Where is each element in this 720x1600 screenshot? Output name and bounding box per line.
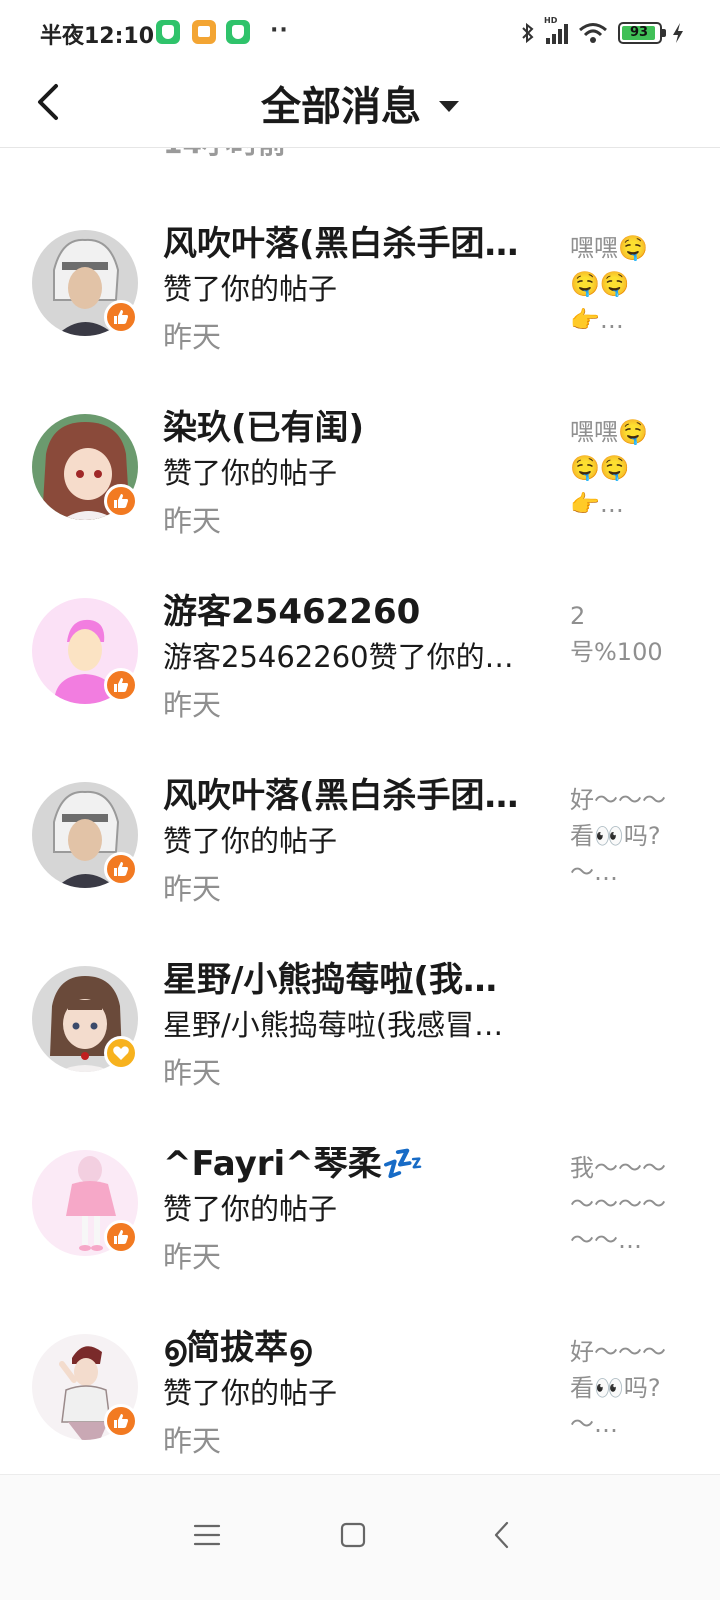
post-preview[interactable]: 好～～～ 看👀吗? ～… <box>570 782 680 890</box>
message-filter-dropdown[interactable]: 全部消息 <box>0 74 720 132</box>
shield-app-icon <box>226 20 250 44</box>
message-time: 昨天 <box>163 320 222 354</box>
list-item[interactable]: ^Fayri^琴柔💤 赞了你的帖子 昨天 我～～～ ～～～～ ～～… <box>0 1120 720 1304</box>
sender-name: 染玖(已有闺) <box>163 408 365 448</box>
wifi-icon <box>579 23 607 43</box>
list-item-partial[interactable]: 14小时前 <box>0 148 720 162</box>
more-notifications-icon: ·· <box>270 18 289 43</box>
bluetooth-icon <box>522 22 534 44</box>
battery-icon: 93 <box>618 22 666 44</box>
message-action: 赞了你的帖子 <box>163 824 338 858</box>
shield-app-icon <box>156 20 180 44</box>
thumbs-up-icon <box>114 1414 128 1428</box>
list-item[interactable]: 风吹叶落(黑白杀手团… 赞了你的帖子 昨天 嘿嘿🤤 🤤🤤 👉… <box>0 200 720 384</box>
battery-level: 93 <box>629 25 649 40</box>
menu-icon <box>193 1524 221 1546</box>
thumbs-up-icon <box>114 678 128 692</box>
thumbs-up-icon <box>114 862 128 876</box>
post-preview[interactable]: 嘿嘿🤤 🤤🤤 👉… <box>570 414 680 522</box>
post-preview[interactable]: 2 号%100 <box>570 598 680 670</box>
message-action: 赞了你的帖子 <box>163 456 338 490</box>
message-time: 昨天 <box>163 1424 222 1458</box>
thumbs-up-icon <box>114 494 128 508</box>
message-time: 昨天 <box>163 1056 222 1090</box>
charging-icon <box>673 23 683 43</box>
message-app-icon <box>192 20 216 44</box>
post-preview[interactable]: 好～～～ 看👀吗? ～… <box>570 1334 680 1442</box>
like-badge <box>104 1404 138 1438</box>
like-badge <box>104 668 138 702</box>
message-action: 游客25462260赞了你的… <box>163 640 514 674</box>
thumbs-up-icon <box>114 310 128 324</box>
message-time: 昨天 <box>163 688 222 722</box>
message-time: 昨天 <box>163 1240 222 1274</box>
post-preview[interactable]: 嘿嘿🤤 🤤🤤 👉… <box>570 230 680 338</box>
system-back-button[interactable] <box>472 1505 532 1565</box>
heart-badge <box>104 1036 138 1070</box>
message-list[interactable]: 14小时前 风吹叶落(黑白杀手团… 赞了你的帖子 昨天 嘿嘿🤤 🤤🤤 👉… <box>0 148 720 1474</box>
status-bar: 半夜12:10 ·· HD 93 <box>0 0 720 64</box>
sender-name: 风吹叶落(黑白杀手团… <box>163 776 519 816</box>
list-item[interactable]: ൭简拔萃൭ 赞了你的帖子 昨天 好～～～ 看👀吗? ～… <box>0 1304 720 1474</box>
list-item[interactable]: 风吹叶落(黑白杀手团… 赞了你的帖子 昨天 好～～～ 看👀吗? ～… <box>0 752 720 936</box>
like-badge <box>104 484 138 518</box>
recent-apps-button[interactable] <box>177 1505 237 1565</box>
message-time: 昨天 <box>163 504 222 538</box>
cellular-signal-icon: HD <box>544 16 568 44</box>
home-button[interactable] <box>323 1505 383 1565</box>
sender-name: 星野/小熊捣莓啦(我… <box>163 960 497 1000</box>
message-action: 赞了你的帖子 <box>163 272 338 306</box>
sender-name: ^Fayri^琴柔💤 <box>163 1144 425 1184</box>
chevron-left-icon <box>494 1521 509 1549</box>
status-time: 半夜12:10 <box>40 24 155 49</box>
page-title: 全部消息 <box>261 84 421 130</box>
sender-name: 风吹叶落(黑白杀手团… <box>163 224 519 264</box>
like-badge <box>104 300 138 334</box>
message-action: 星野/小熊捣莓啦(我感冒… <box>163 1008 504 1042</box>
sender-name: 游客25462260 <box>163 592 421 632</box>
like-badge <box>104 852 138 886</box>
list-item[interactable]: 染玖(已有闺) 赞了你的帖子 昨天 嘿嘿🤤 🤤🤤 👉… <box>0 384 720 568</box>
square-icon <box>340 1522 366 1548</box>
message-action: 赞了你的帖子 <box>163 1192 338 1226</box>
message-time: 14小时前 <box>163 148 286 162</box>
caret-down-icon <box>439 100 459 112</box>
message-action: 赞了你的帖子 <box>163 1376 338 1410</box>
heart-icon <box>113 1046 129 1060</box>
thumbs-up-icon <box>114 1230 128 1244</box>
system-navigation-bar <box>0 1474 720 1600</box>
network-label: HD <box>544 16 558 25</box>
sender-name: ൭简拔萃൭ <box>163 1328 312 1368</box>
like-badge <box>104 1220 138 1254</box>
list-item[interactable]: 星野/小熊捣莓啦(我… 星野/小熊捣莓啦(我感冒… 昨天 <box>0 936 720 1120</box>
top-app-bar: 全部消息 <box>0 64 720 148</box>
message-time: 昨天 <box>163 872 222 906</box>
post-preview[interactable]: 我～～～ ～～～～ ～～… <box>570 1150 680 1258</box>
list-item[interactable]: 游客25462260 游客25462260赞了你的… 昨天 2 号%100 <box>0 568 720 752</box>
